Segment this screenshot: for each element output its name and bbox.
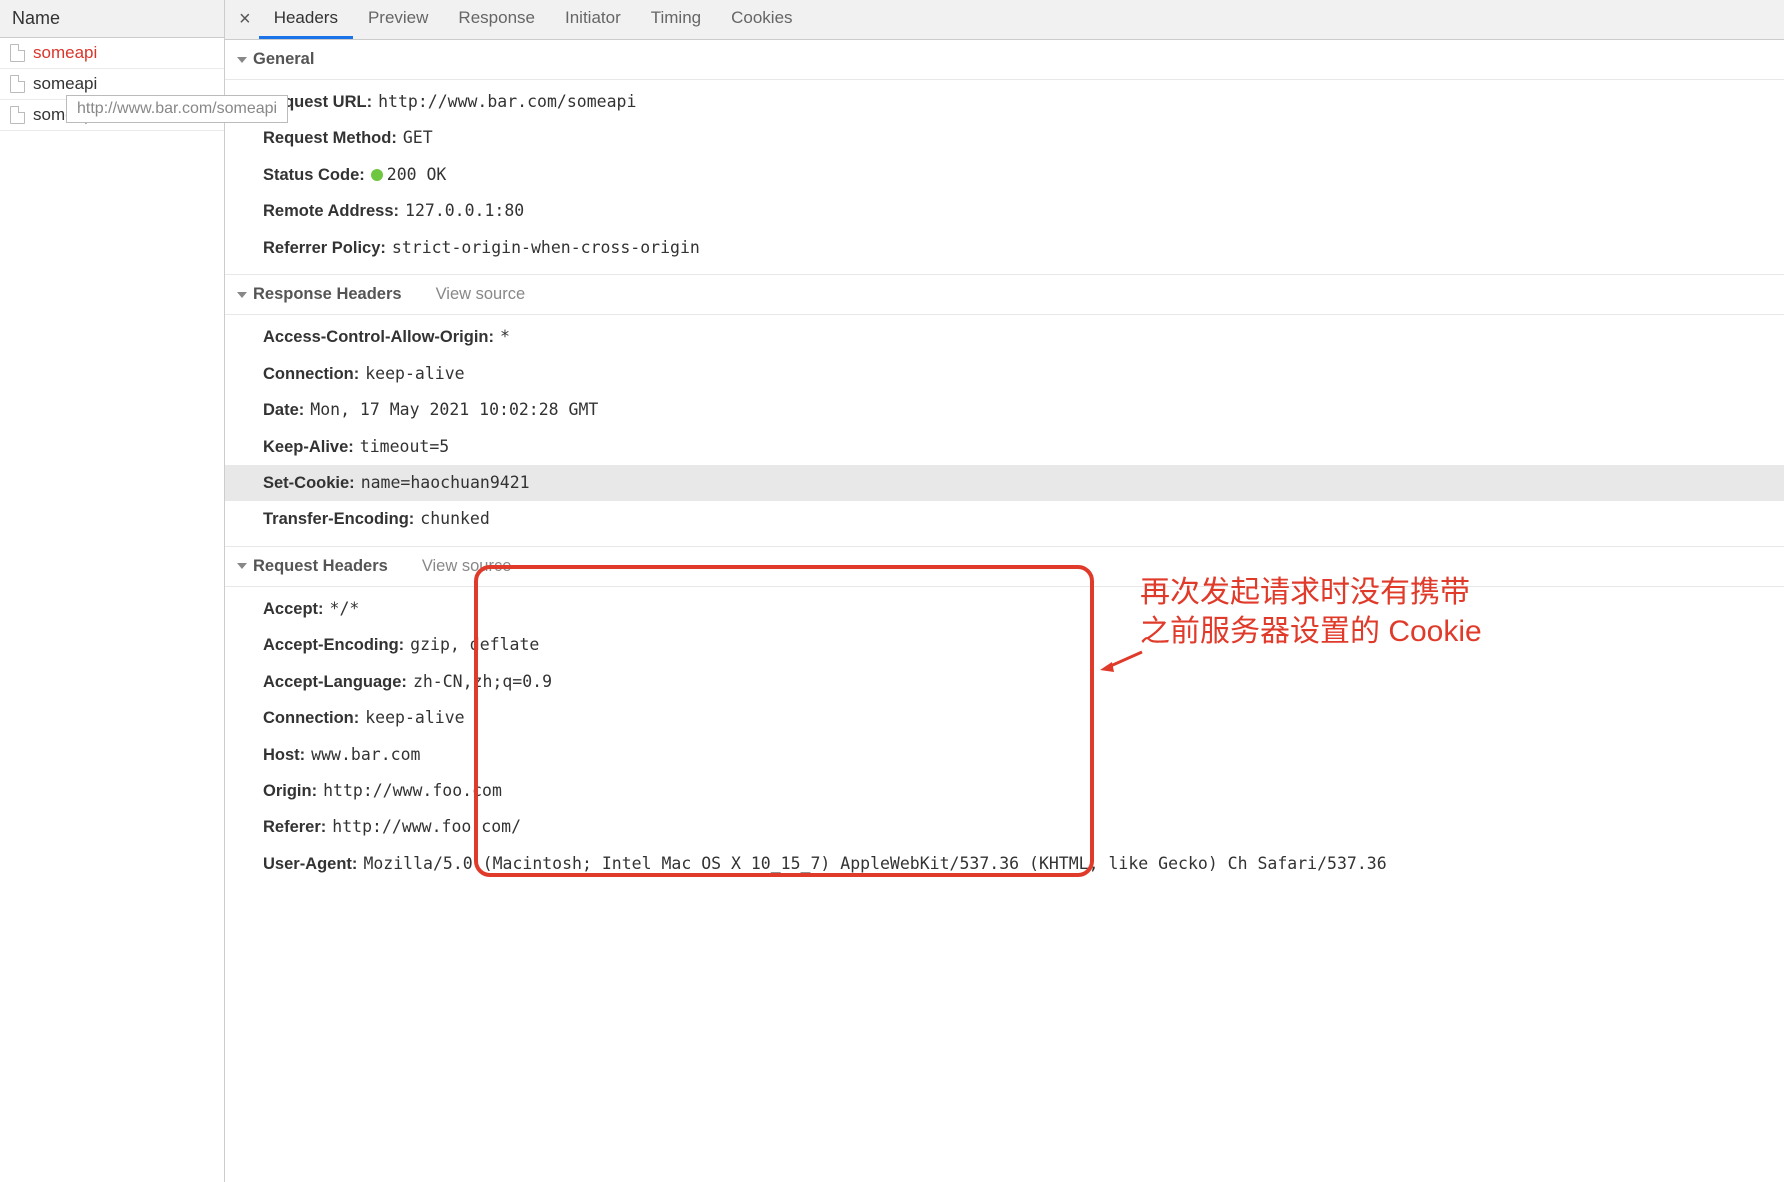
header-row: Accept:*/* (225, 591, 1784, 627)
header-row: Accept-Encoding:gzip, deflate (225, 627, 1784, 663)
request-item[interactable]: someapi (0, 38, 224, 69)
request-label: someapi (33, 43, 97, 63)
view-source-link[interactable]: View source (436, 285, 526, 304)
tab-preview[interactable]: Preview (353, 0, 443, 39)
header-row: Accept-Language:zh-CN,zh;q=0.9 (225, 664, 1784, 700)
details-tabbar: × Headers Preview Response Initiator Tim… (225, 0, 1784, 40)
request-label: someapi (33, 74, 97, 94)
header-row: Connection:keep-alive (225, 356, 1784, 392)
collapse-icon (237, 563, 247, 569)
file-icon (10, 44, 25, 62)
file-icon (10, 106, 25, 124)
annotation-text: 再次发起请求时没有携带 之前服务器设置的 Cookie (1140, 573, 1482, 651)
section-response-header[interactable]: Response Headers View source (225, 274, 1784, 315)
section-title: Response Headers (253, 285, 402, 304)
header-row: Status Code:200 OK (225, 157, 1784, 193)
collapse-icon (237, 57, 247, 63)
tab-headers[interactable]: Headers (259, 0, 353, 39)
url-tooltip: http://www.bar.com/someapi (66, 95, 288, 123)
header-row-set-cookie: Set-Cookie:name=haochuan9421 (225, 465, 1784, 501)
section-general-body: Request URL:http://www.bar.com/someapi R… (225, 80, 1784, 274)
header-row: Host:www.bar.com (225, 737, 1784, 773)
file-icon (10, 75, 25, 93)
tab-timing[interactable]: Timing (636, 0, 716, 39)
tab-initiator[interactable]: Initiator (550, 0, 636, 39)
collapse-icon (237, 292, 247, 298)
section-response-body: Access-Control-Allow-Origin:* Connection… (225, 315, 1784, 546)
header-row: Origin:http://www.foo.com (225, 773, 1784, 809)
headers-content[interactable]: General Request URL:http://www.bar.com/s… (225, 40, 1784, 1182)
tab-cookies[interactable]: Cookies (716, 0, 807, 39)
header-row: Keep-Alive:timeout=5 (225, 429, 1784, 465)
header-row: Access-Control-Allow-Origin:* (225, 319, 1784, 355)
section-title: Request Headers (253, 557, 388, 576)
header-row: Remote Address:127.0.0.1:80 (225, 193, 1784, 229)
tab-response[interactable]: Response (443, 0, 550, 39)
header-row: Request Method:GET (225, 120, 1784, 156)
section-request-header[interactable]: Request Headers View source (225, 546, 1784, 587)
status-dot-icon (371, 169, 383, 181)
header-row: User-Agent:Mozilla/5.0 (Macintosh; Intel… (225, 846, 1784, 882)
request-list-sidebar: Name someapi someapi someapi (0, 0, 225, 1182)
sidebar-header: Name (0, 0, 224, 38)
header-row: Request URL:http://www.bar.com/someapi (225, 84, 1784, 120)
section-general-header[interactable]: General (225, 40, 1784, 80)
section-title: General (253, 50, 314, 69)
header-row: Date:Mon, 17 May 2021 10:02:28 GMT (225, 392, 1784, 428)
devtools-panel: Name someapi someapi someapi http://www.… (0, 0, 1784, 1182)
view-source-link[interactable]: View source (422, 557, 512, 576)
header-row: Connection:keep-alive (225, 700, 1784, 736)
header-row: Referrer Policy:strict-origin-when-cross… (225, 230, 1784, 266)
header-row: Referer:http://www.foo.com/ (225, 809, 1784, 845)
details-panel: × Headers Preview Response Initiator Tim… (225, 0, 1784, 1182)
close-icon[interactable]: × (231, 8, 259, 31)
header-row: Transfer-Encoding:chunked (225, 501, 1784, 537)
section-request-body: Accept:*/* Accept-Encoding:gzip, deflate… (225, 587, 1784, 891)
